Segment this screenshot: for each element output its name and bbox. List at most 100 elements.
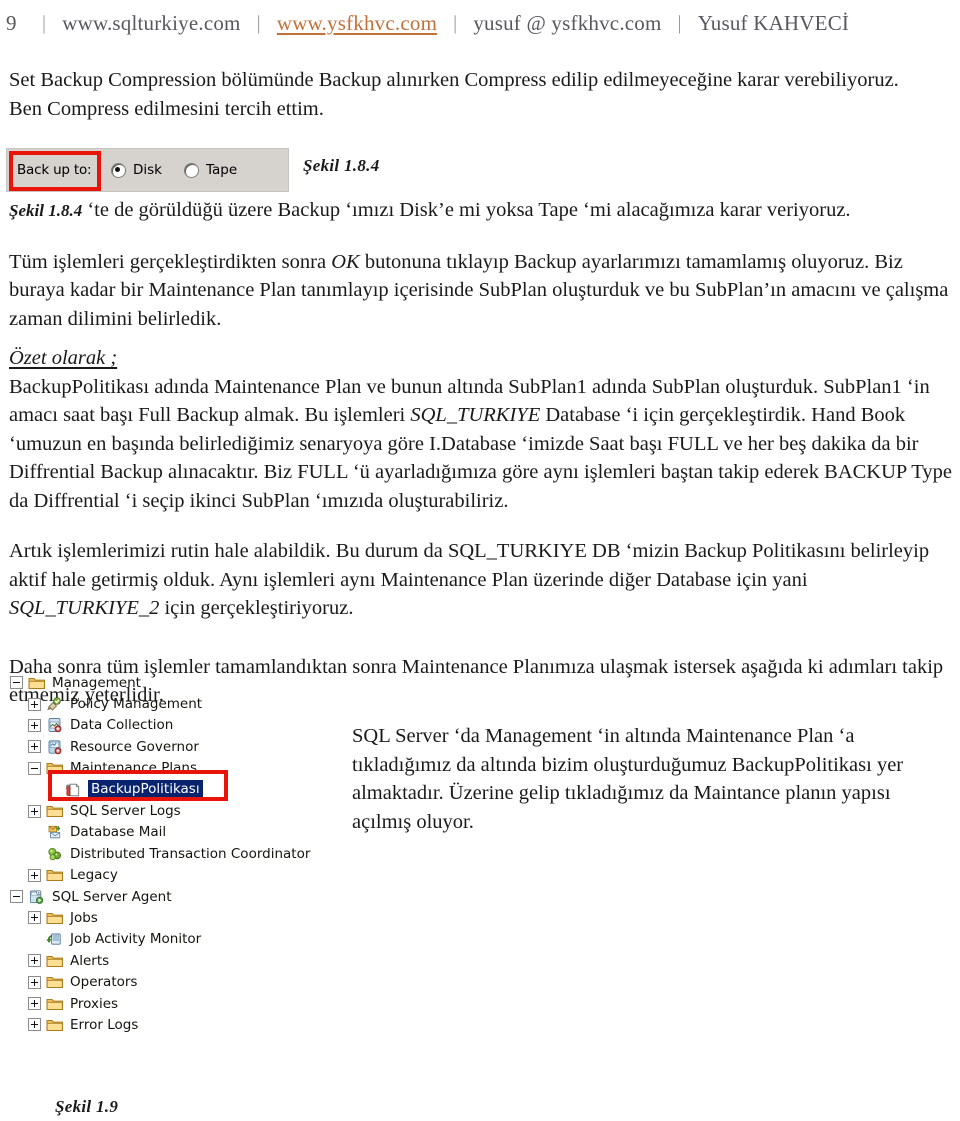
tree-item-label: Management [52,674,141,691]
folder-icon [46,974,64,990]
folder-icon [46,867,64,883]
tree-item-maintenance-plans[interactable]: Maintenance Plans [10,758,340,779]
tree-item-data-collection[interactable]: Data Collection [10,715,340,736]
expand-plus-icon[interactable] [28,1018,41,1032]
paragraph-compression: Set Backup Compression bölümünde Backup … [9,66,953,123]
inline-db-sql-turkiye: SQL_TURKIYE [410,404,541,426]
paragraph-fig-ref-text: ‘te de görüldüğü üzere Backup ‘ımızı Dis… [87,199,851,221]
backup-to-panel: Back up to: Disk Tape [6,148,289,192]
tree-item-management[interactable]: Management [10,672,340,693]
folder-icon [46,996,64,1012]
document-body: Set Backup Compression bölümünde Backup … [9,66,953,123]
side-explanation-text: SQL Server ‘da Management ‘in altında Ma… [352,725,904,833]
paragraph-compression-line1: Set Backup Compression bölümünde Backup … [9,69,899,91]
header-separator-3: | [453,11,458,34]
expand-plus-icon[interactable] [28,718,41,732]
document-body-main: Şekil 1.8.4 ‘te de görüldüğü üzere Backu… [9,196,953,710]
tree-item-jobs[interactable]: Jobs [10,907,340,928]
expand-plus-icon[interactable] [28,954,41,968]
folder-icon [46,1017,64,1033]
paragraph-ok-a: Tüm işlemleri gerçekleştirdikten sonra [9,250,332,273]
tree-item-alerts[interactable]: Alerts [10,950,340,971]
policy-management-icon [46,696,64,712]
tree-item-database-mail[interactable]: Database Mail [10,822,340,843]
expand-plus-icon[interactable] [28,975,41,989]
collapse-minus-icon[interactable] [10,676,23,690]
tree-item-label: Distributed Transaction Coordinator [70,845,311,862]
tree-item-label: Error Logs [70,1016,139,1033]
tree-item-label: Data Collection [70,717,174,734]
dtc-icon [46,846,64,862]
radio-option-disk[interactable]: Disk [111,162,162,178]
tree-item-label: SQL Server Logs [70,803,181,820]
folder-icon [46,803,64,819]
folder-icon [46,760,64,776]
object-explorer-tree[interactable]: Management Policy Management Data Collecti… [10,672,340,1036]
expand-plus-icon[interactable] [28,740,41,754]
header-separator-1: | [42,11,47,34]
radio-disk-label: Disk [133,162,162,178]
inline-figure-ref: Şekil 1.8.4 [9,201,83,220]
radio-option-tape[interactable]: Tape [184,162,237,178]
tree-item-operators[interactable]: Operators [10,971,340,992]
job-activity-monitor-icon [46,931,64,947]
tree-item-error-logs[interactable]: Error Logs [10,1014,340,1035]
expand-plus-icon[interactable] [28,868,41,882]
expand-plus-icon[interactable] [28,804,41,818]
tree-item-label: Database Mail [70,824,167,841]
expand-plus-icon[interactable] [28,911,41,925]
figure-caption-19: Şekil 1.9 [55,1097,119,1116]
tree-item-label: Maintenance Plans [70,760,197,777]
tree-item-label: Proxies [70,995,119,1012]
tree-item-label: BackupPolitikası [88,780,203,800]
tree-item-label: Operators [70,974,138,991]
paragraph-compression-line2: Ben Compress edilmesini tercih ettim. [9,97,324,120]
radio-tape-label: Tape [206,162,238,178]
tree-item-distributed-transaction-coordinator[interactable]: Distributed Transaction Coordinator [10,843,340,864]
inline-ok: OK [331,250,360,273]
database-mail-icon [46,824,64,840]
page-running-header: 9 | www.sqlturkiye.com | www.ysfkhvc.com… [0,6,960,40]
radio-tape-icon[interactable] [184,162,199,178]
header-email: yusuf @ ysfkhvc.com [473,10,662,35]
paragraph-routine-a: Artık işlemlerimizi rutin hale alabildik… [9,540,930,591]
header-separator-4: | [677,11,682,34]
folder-icon [46,953,64,969]
header-link[interactable]: www.ysfkhvc.com [277,11,437,36]
paragraph-routine-b: için gerçekleştiriyoruz. [159,597,354,619]
folder-icon [28,675,46,691]
figure-backup-to: Back up to: Disk Tape Şekil 1.8.4 [6,148,952,194]
tree-item-job-activity-monitor[interactable]: Job Activity Monitor [10,929,340,950]
expand-plus-icon[interactable] [28,997,41,1011]
collapse-minus-icon[interactable] [28,761,41,775]
figure-caption-184: Şekil 1.8.4 [303,156,380,175]
header-author: Yusuf KAHVECİ [697,10,850,35]
collapse-minus-icon[interactable] [10,890,23,904]
tree-item-sql-server-agent[interactable]: SQL Server Agent [10,886,340,907]
tree-item-label: Resource Governor [70,738,199,755]
tree-item-label: SQL Server Agent [52,888,172,905]
tree-item-policy-management[interactable]: Policy Management [10,693,340,714]
tree-item-backuppolitikas[interactable]: BackupPolitikası [10,779,340,800]
page-number: 9 [6,10,17,35]
tree-item-label: Jobs [70,909,98,926]
radio-disk-icon[interactable] [111,162,126,178]
paragraph-ok-button: Tüm işlemleri gerçekleştirdikten sonra O… [9,248,953,334]
tree-item-sql-server-logs[interactable]: SQL Server Logs [10,800,340,821]
tree-item-legacy[interactable]: Legacy [10,865,340,886]
expand-plus-icon[interactable] [28,697,41,711]
data-collection-icon [46,717,64,733]
tree-item-label: Job Activity Monitor [70,931,202,948]
backup-to-label-highlight [9,151,101,191]
folder-icon [46,910,64,926]
resource-governor-icon [46,739,64,755]
tree-item-proxies[interactable]: Proxies [10,993,340,1014]
paragraph-fig-ref: Şekil 1.8.4 ‘te de görüldüğü üzere Backu… [9,196,953,226]
sql-server-agent-icon [28,889,46,905]
maintenance-plan-icon [64,782,82,798]
tree-item-resource-governor[interactable]: Resource Governor [10,736,340,757]
header-site: www.sqlturkiye.com [62,10,241,35]
